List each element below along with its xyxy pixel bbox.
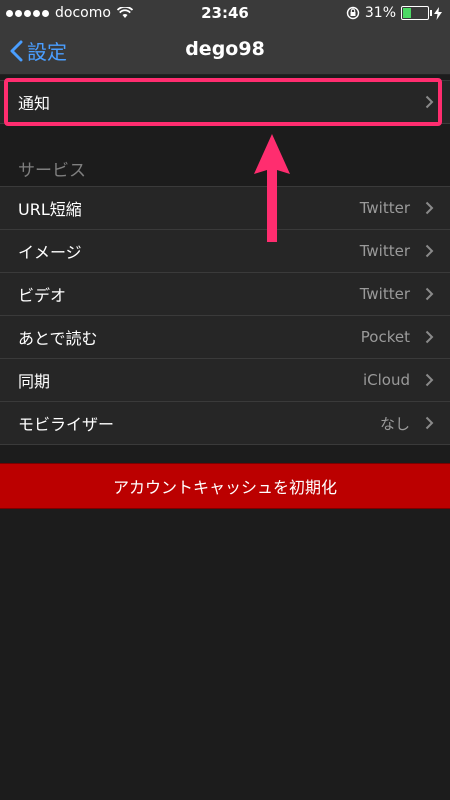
service-value: なし [379,414,410,433]
battery-percent: 31% [364,5,396,21]
service-label: 同期 [18,372,51,391]
services-header: サービス [18,161,86,181]
service-label: モビライザー [18,415,115,434]
service-value: Twitter [359,242,410,260]
charging-icon [434,6,442,20]
status-right: 31% [346,5,442,21]
service-label: イメージ [18,243,82,262]
battery-icon [401,6,432,20]
highlight-box [4,78,442,126]
chevron-right-icon [425,373,434,387]
rotation-lock-icon [346,6,360,20]
arrow-up-icon [254,134,290,242]
service-label: ビデオ [18,286,67,305]
service-value: Twitter [359,199,410,217]
service-row-sync[interactable]: 同期 iCloud [0,359,450,402]
chevron-right-icon [425,287,434,301]
service-row-image[interactable]: イメージ Twitter [0,230,450,273]
service-label: あとで読む [18,329,98,348]
chevron-right-icon [425,201,434,215]
chevron-right-icon [425,416,434,430]
page-title: dego98 [185,38,265,60]
service-value: Twitter [359,285,410,303]
service-row-url-shortener[interactable]: URL短縮 Twitter [0,187,450,230]
chevron-right-icon [425,244,434,258]
services-group: URL短縮 Twitter イメージ Twitter ビデオ Twitter あ… [0,186,450,445]
service-value: Pocket [360,328,410,346]
service-value: iCloud [362,371,410,389]
status-bar: docomo 23:46 31% [0,0,450,28]
service-label: URL短縮 [18,200,82,219]
service-row-read-later[interactable]: あとで読む Pocket [0,316,450,359]
navigation-bar: 設定 dego98 [0,28,450,75]
service-row-mobilizer[interactable]: モビライザー なし [0,402,450,444]
service-row-video[interactable]: ビデオ Twitter [0,273,450,316]
chevron-right-icon [425,330,434,344]
reset-account-cache-button[interactable]: アカウントキャッシュを初期化 [0,463,450,509]
